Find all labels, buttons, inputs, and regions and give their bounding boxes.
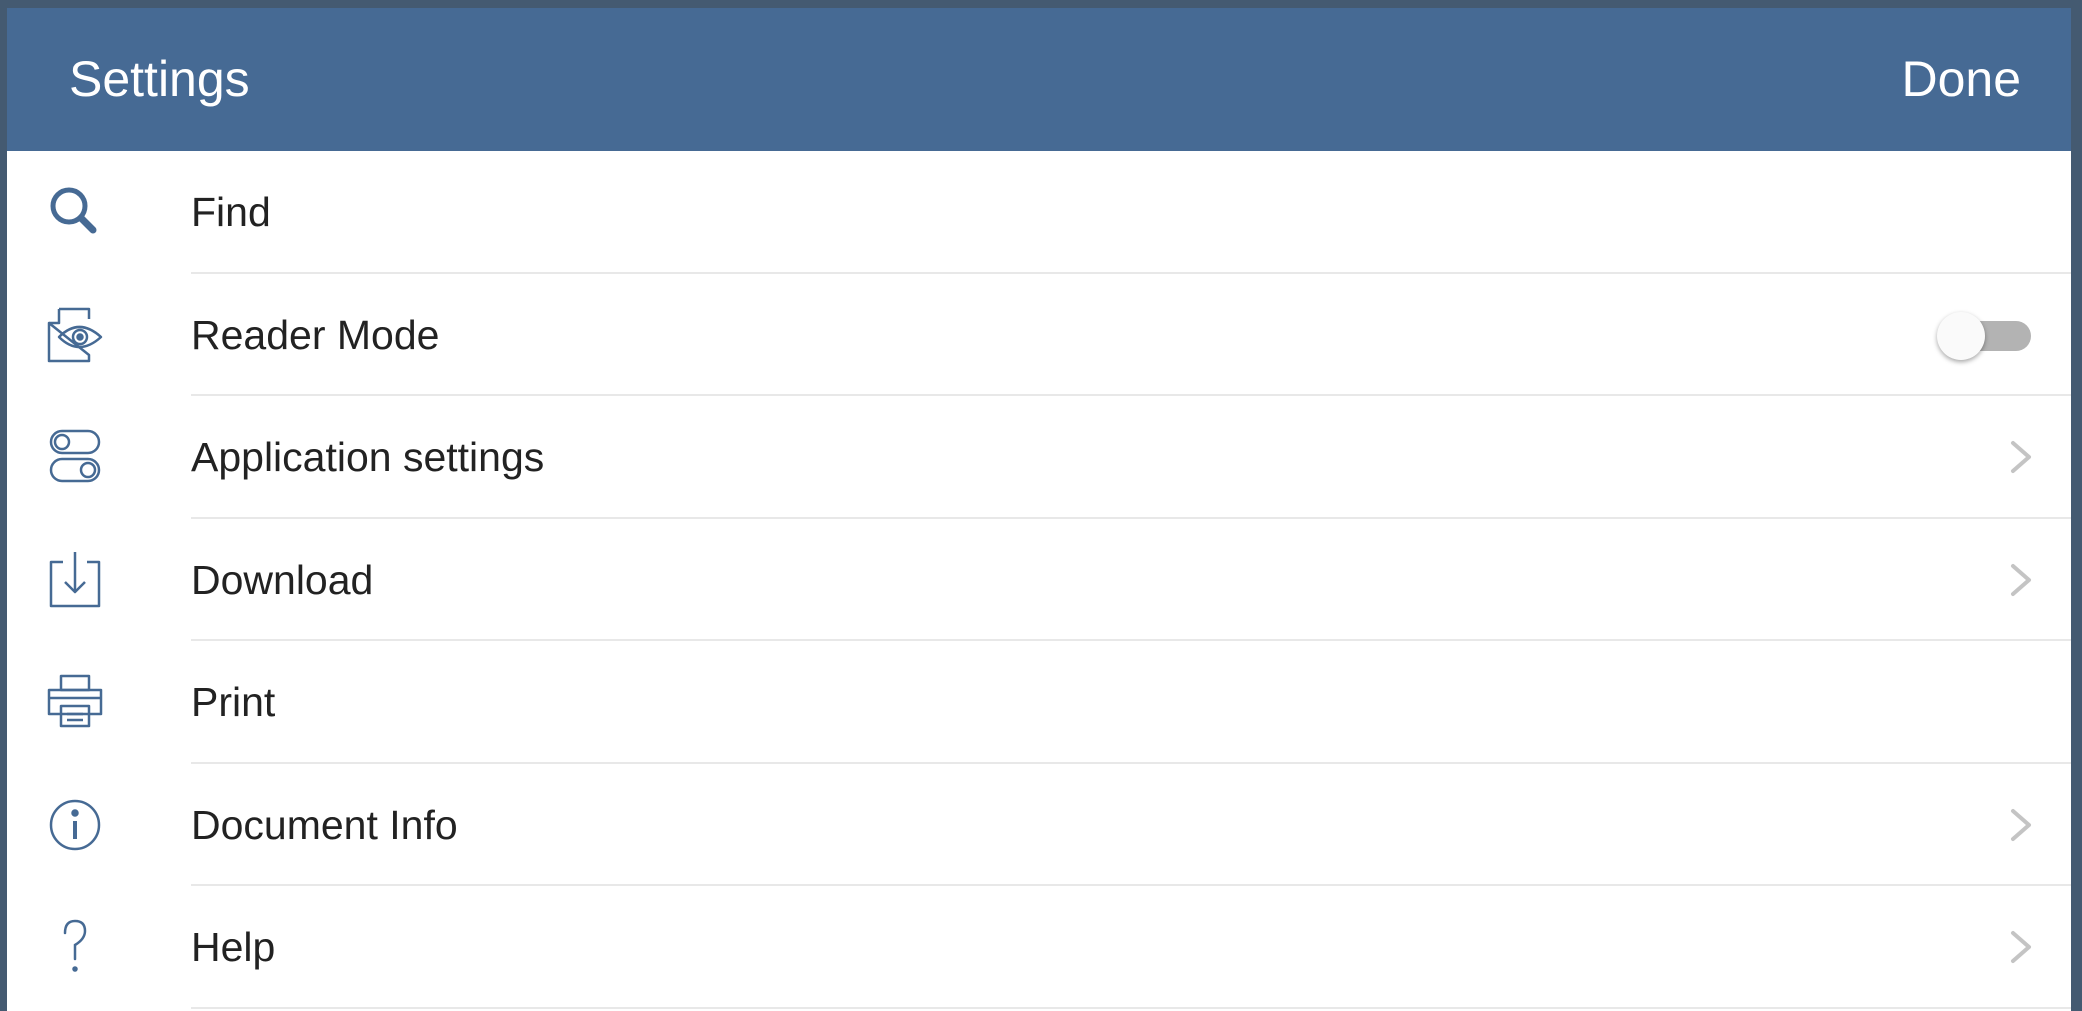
menu-item-label: Reader Mode [191, 311, 440, 358]
menu-item-download[interactable]: Download [7, 519, 2071, 642]
menu-item-label: Find [191, 189, 271, 235]
menu-item-label: Document Info [191, 801, 458, 848]
menu-item-label: Download [191, 556, 374, 603]
help-icon [43, 915, 107, 979]
info-icon [43, 793, 107, 857]
reader-mode-icon [43, 303, 107, 367]
header-bar: Settings Done [7, 8, 2071, 151]
menu-item-label: Help [191, 924, 276, 970]
settings-toggles-icon [43, 425, 107, 489]
menu-item-label: Print [191, 679, 276, 725]
menu-item-reader-mode: Reader Mode [7, 274, 2071, 397]
menu-item-label: Application settings [191, 434, 545, 480]
menu-item-find[interactable]: Find [7, 151, 2071, 274]
printer-icon [43, 670, 107, 734]
chevron-right-icon [2011, 808, 2031, 841]
menu-item-document-info[interactable]: Document Info [7, 764, 2071, 887]
reader-mode-toggle[interactable] [1937, 311, 2033, 360]
toggle-knob [1937, 311, 1985, 360]
page-title: Settings [69, 51, 250, 107]
menu-item-help[interactable]: Help [7, 886, 2071, 1009]
download-icon [43, 548, 107, 612]
menu-item-application-settings[interactable]: Application settings [7, 396, 2071, 519]
chevron-right-icon [2011, 563, 2031, 596]
done-button[interactable]: Done [1901, 8, 2021, 151]
settings-panel: Settings Done Find Reader Mode Applicati… [7, 8, 2071, 1011]
search-icon [43, 180, 107, 244]
chevron-right-icon [2011, 441, 2031, 474]
chevron-right-icon [2011, 931, 2031, 964]
menu-item-print[interactable]: Print [7, 641, 2071, 764]
settings-menu: Find Reader Mode Application settings Do… [7, 151, 2071, 1009]
